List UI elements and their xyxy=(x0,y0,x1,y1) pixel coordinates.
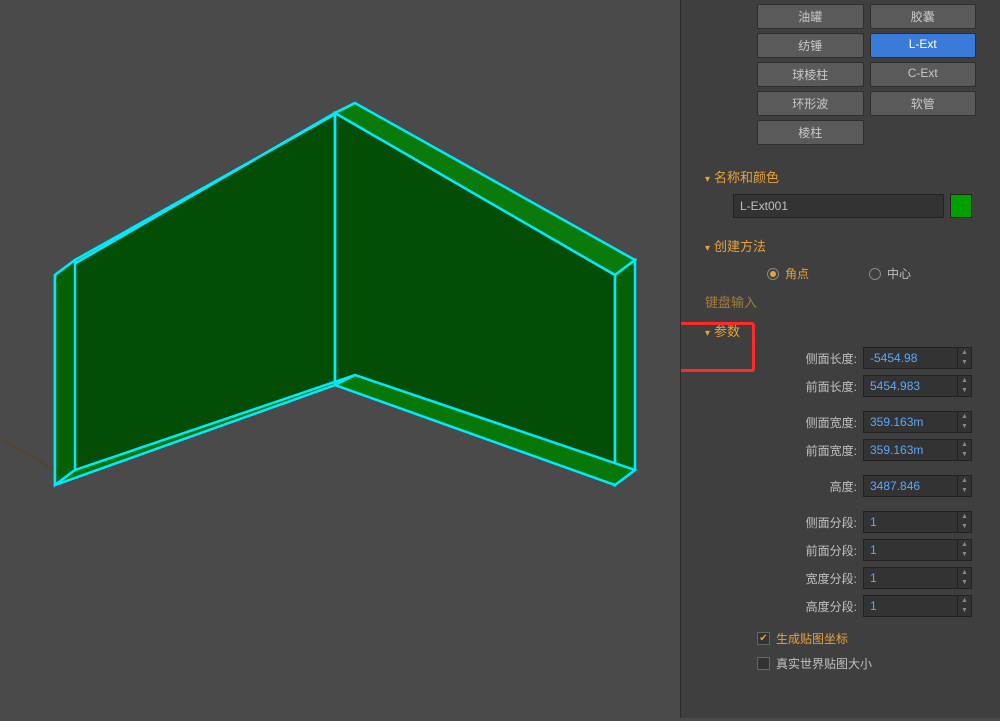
spinner-down-icon[interactable]: ▼ xyxy=(958,606,971,616)
param-front-width: 前面宽度: 359.163m ▲▼ xyxy=(697,436,992,464)
spinner-up-icon[interactable]: ▲ xyxy=(958,476,971,486)
param-width-segs: 宽度分段: 1 ▲▼ xyxy=(697,564,992,592)
spinner-up-icon[interactable]: ▲ xyxy=(958,376,971,386)
section-create-method: 创建方法 角点 中心 xyxy=(697,232,992,288)
radio-dot-icon xyxy=(869,268,881,280)
spinner-down-icon[interactable]: ▼ xyxy=(958,522,971,532)
spinner-down-icon[interactable]: ▼ xyxy=(958,358,971,368)
spinner-up-icon[interactable]: ▲ xyxy=(958,568,971,578)
spinner-up-icon[interactable]: ▲ xyxy=(958,540,971,550)
spinner-up-icon[interactable]: ▲ xyxy=(958,440,971,450)
spinner-width-segs[interactable]: 1 ▲▼ xyxy=(863,567,972,589)
spinner-side-width[interactable]: 359.163m ▲▼ xyxy=(863,411,972,433)
type-ringwave[interactable]: 环形波 xyxy=(757,91,864,116)
spinner-down-icon[interactable]: ▼ xyxy=(958,578,971,588)
section-header-name-color[interactable]: 名称和颜色 xyxy=(697,163,992,190)
spinner-down-icon[interactable]: ▼ xyxy=(958,486,971,496)
section-name-color: 名称和颜色 xyxy=(697,163,992,222)
param-front-segs: 前面分段: 1 ▲▼ xyxy=(697,536,992,564)
command-panel: 油罐 胶囊 纺锤 L-Ext 球棱柱 C-Ext 环形波 软管 棱柱 名称和颜色… xyxy=(680,0,1000,718)
checkbox-real-world-row: 真实世界贴图大小 xyxy=(697,651,992,676)
radio-dot-icon xyxy=(767,268,779,280)
spinner-side-segs[interactable]: 1 ▲▼ xyxy=(863,511,972,533)
type-c-ext[interactable]: C-Ext xyxy=(870,62,977,87)
spinner-down-icon[interactable]: ▼ xyxy=(958,386,971,396)
type-prism[interactable]: 棱柱 xyxy=(757,120,864,145)
section-header-parameters[interactable]: 参数 xyxy=(697,317,992,344)
type-oil-tank[interactable]: 油罐 xyxy=(757,4,864,29)
spinner-down-icon[interactable]: ▼ xyxy=(958,422,971,432)
object-color-swatch[interactable] xyxy=(950,194,972,218)
spinner-down-icon[interactable]: ▼ xyxy=(958,450,971,460)
param-height: 高度: 3487.846 ▲▼ xyxy=(697,472,992,500)
param-side-segs: 侧面分段: 1 ▲▼ xyxy=(697,508,992,536)
spinner-up-icon[interactable]: ▲ xyxy=(958,512,971,522)
type-capsule[interactable]: 胶囊 xyxy=(870,4,977,29)
spinner-front-width[interactable]: 359.163m ▲▼ xyxy=(863,439,972,461)
spinner-height[interactable]: 3487.846 ▲▼ xyxy=(863,475,972,497)
spinner-up-icon[interactable]: ▲ xyxy=(958,596,971,606)
type-spindle[interactable]: 纺锤 xyxy=(757,33,864,58)
object-name-input[interactable] xyxy=(733,194,944,218)
spinner-up-icon[interactable]: ▲ xyxy=(958,348,971,358)
radio-corner[interactable]: 角点 xyxy=(767,265,809,282)
spinner-up-icon[interactable]: ▲ xyxy=(958,412,971,422)
spinner-front-segs[interactable]: 1 ▲▼ xyxy=(863,539,972,561)
type-l-ext[interactable]: L-Ext xyxy=(870,33,977,58)
type-gengon[interactable]: 球棱柱 xyxy=(757,62,864,87)
param-front-length: 前面长度: 5454.983 ▲▼ xyxy=(697,372,992,400)
checkbox-real-world[interactable] xyxy=(757,657,770,670)
radio-center[interactable]: 中心 xyxy=(869,265,911,282)
checkbox-gen-mapping-row: 生成贴图坐标 xyxy=(697,626,992,651)
type-hose[interactable]: 软管 xyxy=(870,91,977,116)
param-side-width: 侧面宽度: 359.163m ▲▼ xyxy=(697,408,992,436)
section-parameters: 参数 侧面长度: -5454.98 ▲▼ 前面长度: 5454.983 ▲▼ 侧… xyxy=(697,317,992,676)
checkbox-gen-mapping[interactable] xyxy=(757,632,770,645)
section-header-create-method[interactable]: 创建方法 xyxy=(697,232,992,259)
3d-viewport[interactable] xyxy=(0,0,680,718)
param-side-length: 侧面长度: -5454.98 ▲▼ xyxy=(697,344,992,372)
spinner-height-segs[interactable]: 1 ▲▼ xyxy=(863,595,972,617)
spinner-side-length[interactable]: -5454.98 ▲▼ xyxy=(863,347,972,369)
section-header-keyboard-input[interactable]: 键盘输入 xyxy=(697,288,992,315)
spinner-front-length[interactable]: 5454.983 ▲▼ xyxy=(863,375,972,397)
spinner-down-icon[interactable]: ▼ xyxy=(958,550,971,560)
object-type-grid: 油罐 胶囊 纺锤 L-Ext 球棱柱 C-Ext 环形波 软管 棱柱 xyxy=(697,4,992,153)
param-height-segs: 高度分段: 1 ▲▼ xyxy=(697,592,992,620)
